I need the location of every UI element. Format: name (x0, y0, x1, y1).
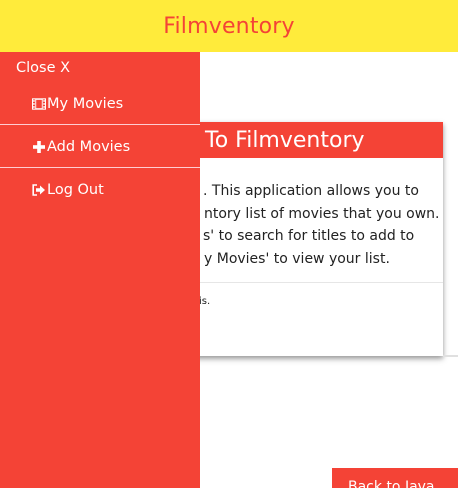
sidenav-item-log-out[interactable]: Log Out (0, 168, 200, 211)
card-shadow-edge (443, 355, 458, 357)
film-icon (32, 97, 46, 111)
sidenav-item-label: Log Out (47, 181, 104, 198)
sidenav-item-add-movies[interactable]: Add Movies (0, 125, 200, 168)
app-header: Filmventory (0, 0, 458, 52)
sidenav-item-label: My Movies (47, 95, 124, 112)
welcome-card-title-text: To Filmventory (205, 127, 365, 153)
logout-icon (32, 183, 46, 197)
side-navigation: Close X My Movies Add Movies Log Out (0, 52, 200, 488)
back-to-java-button[interactable]: Back to Java (332, 468, 458, 488)
page: Filmventory To Filmventory . This applic… (0, 0, 458, 488)
sidenav-item-label: Add Movies (47, 138, 131, 155)
close-sidenav-button[interactable]: Close X (16, 60, 70, 76)
app-title: Filmventory (163, 13, 295, 39)
plus-icon (32, 140, 46, 154)
sidenav-item-my-movies[interactable]: My Movies (0, 82, 200, 125)
